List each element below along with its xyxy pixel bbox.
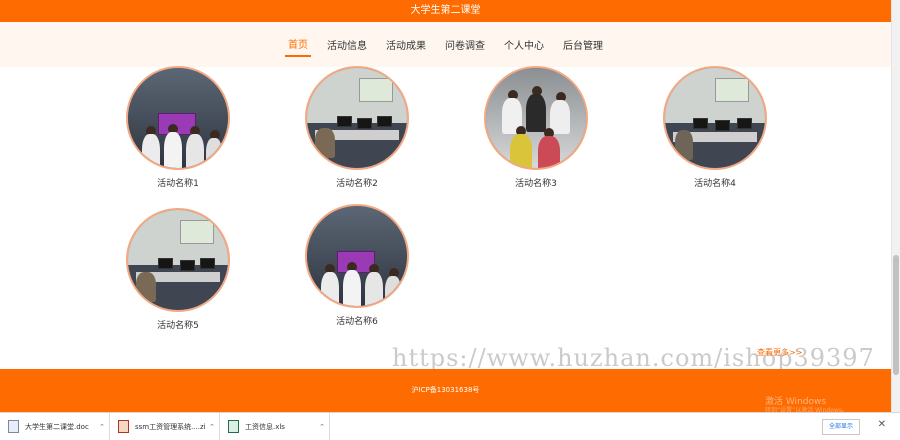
activity-photo[interactable]: [484, 66, 588, 170]
zip-file-icon: [118, 420, 129, 433]
scrollbar-thumb[interactable]: [893, 255, 899, 375]
activity-photo[interactable]: [126, 208, 230, 312]
site-header: 大学生第二课堂: [0, 0, 891, 22]
chevron-up-icon[interactable]: ⌃: [315, 423, 329, 431]
nav-item-activity-results[interactable]: 活动成果: [383, 33, 429, 56]
activity-photo[interactable]: [305, 204, 409, 308]
activity-card-2[interactable]: 活动名称2: [287, 66, 427, 189]
main-nav: 首页 活动信息 活动成果 问卷调查 个人中心 后台管理: [0, 22, 891, 67]
nav-item-survey[interactable]: 问卷调查: [442, 33, 488, 56]
nav-item-admin[interactable]: 后台管理: [560, 33, 606, 56]
chevron-up-icon[interactable]: ⌃: [95, 423, 109, 431]
doc-file-icon: [8, 420, 19, 433]
download-bar: 大学生第二课堂.doc ⌃ ssm工资管理系统....zip ⌃ 工资信息.xl…: [0, 412, 900, 440]
watermark-url: https://www.huzhan.com/ishop39397: [392, 344, 875, 372]
nav-item-home[interactable]: 首页: [285, 32, 311, 57]
site-title: 大学生第二课堂: [410, 5, 481, 16]
activity-card-4[interactable]: 活动名称4: [645, 66, 785, 189]
activity-label[interactable]: 活动名称6: [287, 314, 427, 327]
show-all-downloads-button[interactable]: 全部显示: [821, 419, 860, 435]
activity-card-1[interactable]: 活动名称1: [108, 66, 248, 189]
activity-card-3[interactable]: 活动名称3: [466, 66, 606, 189]
nav-item-personal-center[interactable]: 个人中心: [501, 33, 547, 56]
activity-label[interactable]: 活动名称1: [108, 176, 248, 189]
chevron-up-icon[interactable]: ⌃: [205, 423, 219, 431]
nav-item-activity-info[interactable]: 活动信息: [324, 33, 370, 56]
download-item-doc[interactable]: 大学生第二课堂.doc ⌃: [0, 412, 110, 440]
activity-label[interactable]: 活动名称3: [466, 176, 606, 189]
site-footer: 沪ICP备13031638号: [0, 369, 891, 412]
download-filename: 工资信息.xls: [245, 422, 285, 431]
page-scrollbar[interactable]: [891, 0, 900, 412]
page: 大学生第二课堂 首页 活动信息 活动成果 问卷调查 个人中心 后台管理 活动名称…: [0, 0, 900, 440]
activity-photo[interactable]: [126, 66, 230, 170]
activity-label[interactable]: 活动名称5: [108, 318, 248, 331]
view-more-link[interactable]: 查看更多>>: [757, 347, 802, 358]
activity-photo[interactable]: [305, 66, 409, 170]
icp-record: 沪ICP备13031638号: [411, 386, 480, 394]
activity-label[interactable]: 活动名称2: [287, 176, 427, 189]
download-item-xls[interactable]: 工资信息.xls ⌃: [220, 412, 330, 440]
activity-label[interactable]: 活动名称4: [645, 176, 785, 189]
download-filename: 大学生第二课堂.doc: [25, 422, 89, 431]
xls-file-icon: [228, 420, 239, 433]
activity-card-6[interactable]: 活动名称6: [287, 204, 427, 327]
close-icon[interactable]: ✕: [878, 419, 886, 430]
activity-photo[interactable]: [663, 66, 767, 170]
download-filename: ssm工资管理系统....zip: [135, 422, 205, 431]
download-item-zip[interactable]: ssm工资管理系统....zip ⌃: [110, 412, 220, 440]
activity-card-5[interactable]: 活动名称5: [108, 208, 248, 331]
